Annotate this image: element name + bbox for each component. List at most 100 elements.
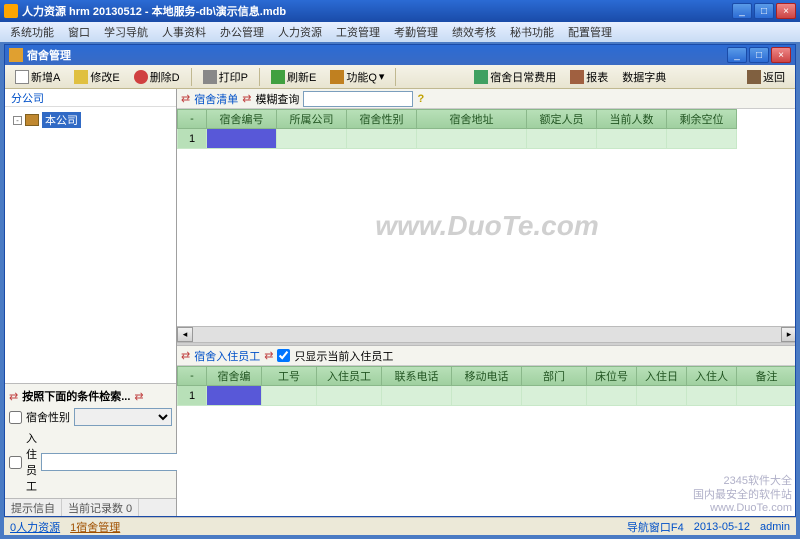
col-emp[interactable]: 入住员工 xyxy=(317,366,382,386)
status-link-dorm[interactable]: 1宿舍管理 xyxy=(70,519,120,535)
cell[interactable] xyxy=(317,386,382,406)
back-button[interactable]: 返回 xyxy=(741,66,791,88)
maximize-button[interactable]: □ xyxy=(754,3,774,19)
col-dept[interactable]: 部门 xyxy=(522,366,587,386)
left-tabs[interactable]: 提示信自 当前记录数 0 xyxy=(5,498,176,516)
col-checkin[interactable]: 入住日 xyxy=(637,366,687,386)
row-idx: 1 xyxy=(177,386,207,406)
cell[interactable] xyxy=(597,129,667,149)
close-button[interactable]: × xyxy=(776,3,796,19)
swap-icon[interactable]: ⇄ xyxy=(9,390,18,403)
scroll-right-icon[interactable]: ▸ xyxy=(781,327,795,342)
function-button[interactable]: 功能Q▾ xyxy=(324,66,390,88)
swap-icon[interactable]: ⇄ xyxy=(134,390,143,403)
cell[interactable] xyxy=(522,386,587,406)
menu-secretary[interactable]: 秘书功能 xyxy=(504,22,560,42)
col-gender[interactable]: 宿舍性别 xyxy=(347,109,417,129)
menu-hr[interactable]: 人力资源 xyxy=(272,22,328,42)
menu-system[interactable]: 系统功能 xyxy=(4,22,60,42)
col-mobile[interactable]: 移动电话 xyxy=(452,366,522,386)
child-icon xyxy=(9,48,23,62)
print-button[interactable]: 打印P xyxy=(197,66,254,88)
dorm-list-grid[interactable]: - 宿舍编号 所属公司 宿舍性别 宿舍地址 额定人员 当前人数 剩余空位 1 xyxy=(177,109,795,342)
fee-icon xyxy=(474,70,488,84)
h-scrollbar[interactable]: ◂ ▸ xyxy=(177,326,795,342)
dict-button[interactable]: 数据字典 xyxy=(616,66,672,88)
toolbar-sep xyxy=(191,68,192,86)
col-capacity[interactable]: 额定人员 xyxy=(527,109,597,129)
cell[interactable] xyxy=(347,129,417,149)
status-link-hr[interactable]: 0人力资源 xyxy=(10,519,60,535)
table-row[interactable]: 1 xyxy=(177,386,795,406)
col-remain[interactable]: 剩余空位 xyxy=(667,109,737,129)
row-idx: 1 xyxy=(177,129,207,149)
cell[interactable] xyxy=(667,129,737,149)
refresh-button[interactable]: 刷新E xyxy=(265,66,322,88)
app-icon xyxy=(4,4,18,18)
report-button[interactable]: 报表 xyxy=(564,66,614,88)
minimize-button[interactable]: _ xyxy=(732,3,752,19)
cell[interactable] xyxy=(637,386,687,406)
menu-nav[interactable]: 学习导航 xyxy=(98,22,154,42)
cell[interactable] xyxy=(527,129,597,149)
child-close-button[interactable]: × xyxy=(771,47,791,63)
left-tab-1[interactable]: 提示信自 xyxy=(5,499,62,516)
new-icon xyxy=(15,70,29,84)
col-by[interactable]: 入住人 xyxy=(687,366,737,386)
edit-button[interactable]: 修改E xyxy=(68,66,125,88)
cell[interactable] xyxy=(417,129,527,149)
child-minimize-button[interactable]: _ xyxy=(727,47,747,63)
col-current[interactable]: 当前人数 xyxy=(597,109,667,129)
cell[interactable] xyxy=(452,386,522,406)
table-row[interactable]: 1 xyxy=(177,129,795,149)
cell[interactable] xyxy=(687,386,737,406)
col-idx[interactable]: - xyxy=(177,109,207,129)
menu-office[interactable]: 办公管理 xyxy=(214,22,270,42)
menu-salary[interactable]: 工资管理 xyxy=(330,22,386,42)
menu-window[interactable]: 窗口 xyxy=(62,22,96,42)
fuzzy-input[interactable] xyxy=(303,91,413,107)
daily-fee-button[interactable]: 宿舍日常费用 xyxy=(468,66,562,88)
scroll-left-icon[interactable]: ◂ xyxy=(177,327,193,342)
tree-root[interactable]: - 本公司 xyxy=(11,111,170,129)
left-tab-2[interactable]: 当前记录数 0 xyxy=(62,499,139,516)
bot-grid-toolbar: ⇄ 宿舍入住员工 ⇄ 只显示当前入住员工 xyxy=(177,346,795,366)
window-title: 人力资源 hrm 20130512 - 本地服务-db\演示信息.mdb xyxy=(22,3,732,19)
company-tree[interactable]: - 本公司 xyxy=(5,107,176,383)
tree-root-label[interactable]: 本公司 xyxy=(42,112,81,128)
col-idx[interactable]: - xyxy=(177,366,207,386)
cell[interactable] xyxy=(737,386,795,406)
col-dorm-id[interactable]: 宿舍编号 xyxy=(207,109,277,129)
cell[interactable] xyxy=(277,129,347,149)
cell[interactable] xyxy=(207,386,262,406)
cell[interactable] xyxy=(262,386,317,406)
col-bed[interactable]: 床位号 xyxy=(587,366,637,386)
col-note[interactable]: 备注 xyxy=(737,366,795,386)
col-address[interactable]: 宿舍地址 xyxy=(417,109,527,129)
cell[interactable] xyxy=(207,129,277,149)
grid-header: - 宿舍编 工号 入住员工 联系电话 移动电话 部门 床位号 入住日 入住人 备… xyxy=(177,366,795,386)
cell[interactable] xyxy=(587,386,637,406)
tree-collapse-icon[interactable]: - xyxy=(13,116,22,125)
search-header: 按照下面的条件检索... xyxy=(22,388,130,404)
mdi-area: 宿舍管理 _ □ × 新增A 修改E 删除D 打印P 刷新E 功能Q▾ 宿舍日常… xyxy=(4,44,796,517)
search-check-1[interactable] xyxy=(9,411,22,424)
menu-config[interactable]: 配置管理 xyxy=(562,22,618,42)
help-icon[interactable]: ? xyxy=(417,93,424,105)
search-check-2[interactable] xyxy=(9,456,22,469)
menu-attendance[interactable]: 考勤管理 xyxy=(388,22,444,42)
cell[interactable] xyxy=(382,386,452,406)
col-phone[interactable]: 联系电话 xyxy=(382,366,452,386)
col-company[interactable]: 所属公司 xyxy=(277,109,347,129)
menu-hr-info[interactable]: 人事资料 xyxy=(156,22,212,42)
current-only-check[interactable] xyxy=(277,349,290,362)
col-dorm[interactable]: 宿舍编 xyxy=(207,366,262,386)
resident-grid[interactable]: - 宿舍编 工号 入住员工 联系电话 移动电话 部门 床位号 入住日 入住人 备… xyxy=(177,366,795,516)
child-maximize-button[interactable]: □ xyxy=(749,47,769,63)
search-select-1[interactable] xyxy=(74,408,172,426)
delete-button[interactable]: 删除D xyxy=(128,66,186,88)
col-empno[interactable]: 工号 xyxy=(262,366,317,386)
menu-performance[interactable]: 绩效考核 xyxy=(446,22,502,42)
new-button[interactable]: 新增A xyxy=(9,66,66,88)
search-input-2[interactable] xyxy=(41,453,185,471)
